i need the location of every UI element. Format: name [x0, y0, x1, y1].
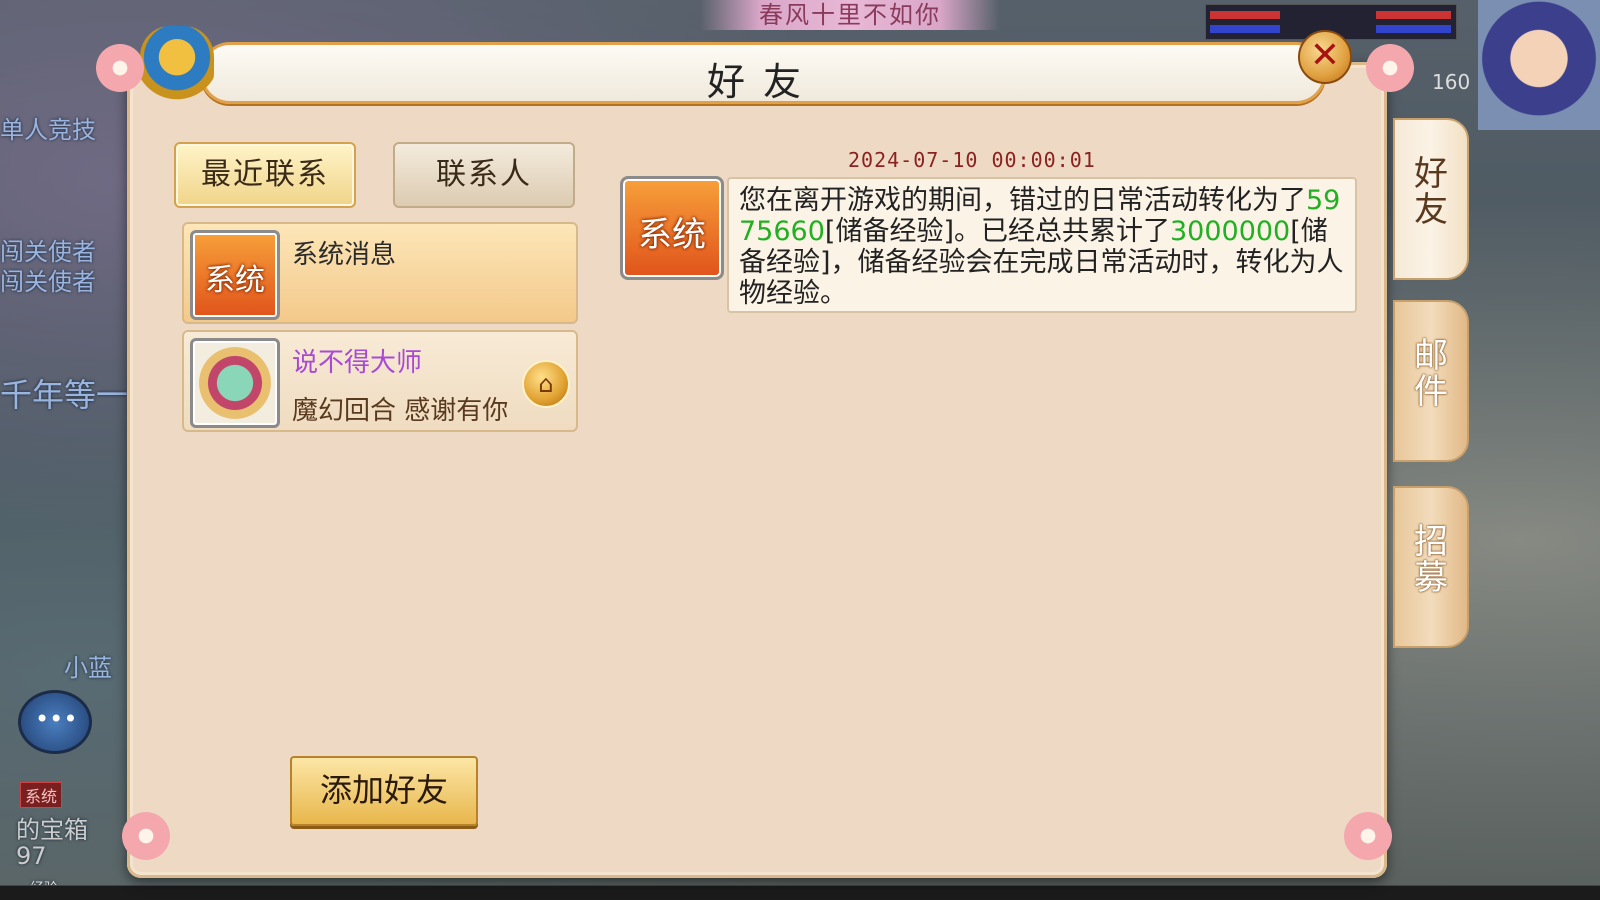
dialog-title: 好友: [706, 60, 819, 104]
side-tab-friends[interactable]: 好友: [1393, 118, 1469, 280]
flower-ornament-icon: [1362, 40, 1418, 96]
side-tab-label: 邮件: [1414, 336, 1448, 412]
system-avatar-label: 系统: [205, 263, 265, 298]
mp-bar: [1210, 25, 1280, 33]
scene-label: 闯关使者: [0, 268, 96, 296]
contact-name: 系统消息: [292, 240, 397, 270]
guardian-ornament-icon: [140, 26, 214, 104]
contact-status: 魔幻回合 感谢有你: [292, 396, 509, 426]
side-tab-recruit[interactable]: 招募: [1393, 486, 1469, 648]
exp-bar: [0, 885, 1600, 900]
chat-line: 97: [16, 842, 47, 870]
contact-name: 说不得大师: [292, 348, 423, 378]
message-text: [储备经验]。已经总共累计了: [824, 216, 1170, 247]
system-avatar: 系统: [190, 230, 280, 320]
dialog-title-bar: 好友: [200, 42, 1326, 104]
scene-label: 小蓝: [64, 654, 112, 682]
contact-item-system[interactable]: 系统 系统消息: [182, 222, 578, 324]
chat-line: 的宝箱: [16, 816, 88, 844]
scene-label: 单人竞技: [0, 116, 96, 144]
scene-label: 千年等一: [0, 376, 129, 414]
message-system-avatar: 系统: [620, 176, 724, 280]
home-icon[interactable]: ⌂: [522, 360, 570, 408]
message-avatar-label: 系统: [638, 215, 706, 255]
pet-hp-bar: [1376, 11, 1451, 19]
contact-item-friend[interactable]: 说不得大师 魔幻回合 感谢有你 ⌂: [182, 330, 578, 432]
player-portrait[interactable]: [1478, 0, 1600, 130]
side-tab-label: 招募: [1414, 522, 1448, 598]
pet-mp-bar: [1376, 25, 1451, 33]
tab-recent-contacts[interactable]: 最近联系: [174, 142, 356, 208]
message-bubble: 您在离开游戏的期间，错过的日常活动转化为了5975660[储备经验]。已经总共累…: [727, 177, 1357, 313]
message-timestamp: 2024-07-10 00:00:01: [848, 148, 1096, 172]
side-tab-label: 好友: [1414, 154, 1448, 230]
top-banner: 春风十里不如你: [700, 0, 1000, 30]
chat-system-tag: 系统: [20, 782, 63, 808]
tab-contacts[interactable]: 联系人: [393, 142, 575, 208]
hp-bar: [1210, 11, 1280, 19]
add-friend-button[interactable]: 添加好友: [290, 756, 478, 826]
close-button[interactable]: ✕: [1298, 30, 1352, 84]
chat-icon: •••: [35, 705, 78, 733]
side-tab-mail[interactable]: 邮件: [1393, 300, 1469, 462]
friend-avatar: [190, 338, 280, 428]
player-level: 160: [1432, 70, 1471, 94]
chat-button[interactable]: •••: [18, 690, 92, 754]
flower-ornament-icon: [118, 808, 174, 864]
message-text: 您在离开游戏的期间，错过的日常活动转化为了: [739, 185, 1306, 216]
flower-ornament-icon: [92, 40, 148, 96]
flower-ornament-icon: [1340, 808, 1396, 864]
message-value: 3000000: [1169, 216, 1291, 247]
